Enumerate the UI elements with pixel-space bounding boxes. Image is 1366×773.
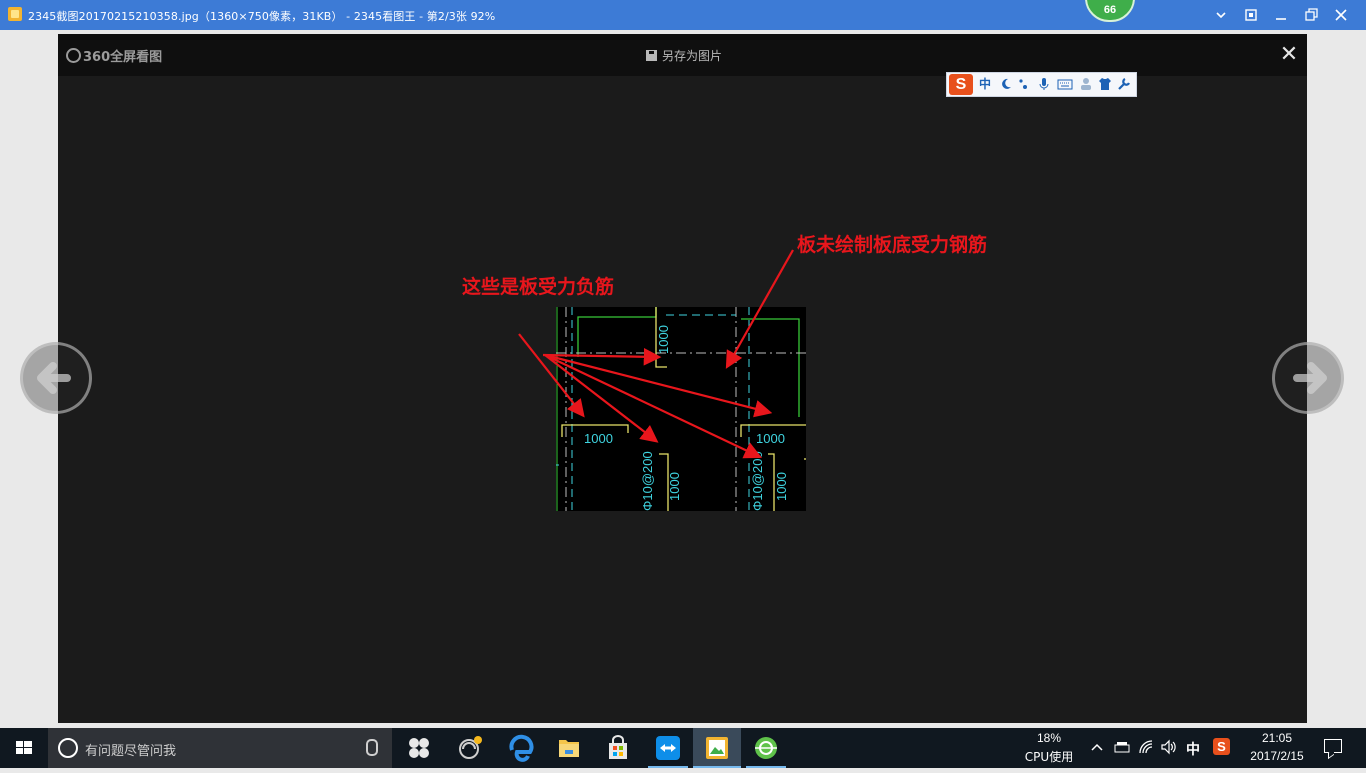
volume-icon[interactable] xyxy=(1160,739,1178,755)
cortana-icon xyxy=(58,738,78,758)
microphone-icon[interactable] xyxy=(366,739,378,756)
action-center-icon[interactable] xyxy=(1324,739,1342,753)
search-placeholder: 有问题尽管问我 xyxy=(85,744,177,759)
store-icon[interactable] xyxy=(594,728,642,768)
edge-icon[interactable] xyxy=(497,728,545,768)
input-method-indicator[interactable]: 中 xyxy=(1186,739,1200,759)
annotation-arrows xyxy=(518,249,794,459)
search-box[interactable]: 有问题尽管问我 xyxy=(48,728,392,768)
taskbar: 有问题尽管问我 18% CPU使用 中 S 21:05 2017/2/15 xyxy=(0,728,1366,768)
browser-360-icon[interactable] xyxy=(445,728,493,768)
360-safe-icon[interactable] xyxy=(742,728,790,768)
cpu-usage-value: 18% xyxy=(1036,731,1062,745)
windows-icon xyxy=(16,741,32,754)
chevron-up-icon[interactable] xyxy=(1090,741,1104,753)
clock-date[interactable]: 2017/2/15 xyxy=(1240,749,1314,763)
teamviewer-icon[interactable] xyxy=(644,728,692,768)
annotation-negative-rebar: 这些是板受力负筋 xyxy=(462,276,615,298)
image-viewer-2345-icon[interactable] xyxy=(693,728,741,768)
network-device-icon[interactable] xyxy=(1113,740,1131,756)
annotation-bottom-rebar: 板未绘制板底受力钢筋 xyxy=(797,234,988,256)
wifi-icon[interactable] xyxy=(1138,739,1156,755)
clock-time[interactable]: 21:05 xyxy=(1248,731,1306,745)
cpu-usage-label: CPU使用 xyxy=(1024,750,1074,764)
file-explorer-icon[interactable] xyxy=(545,728,593,768)
start-button[interactable] xyxy=(0,728,48,768)
task-view-icon[interactable] xyxy=(395,728,443,768)
sogou-tray-icon[interactable]: S xyxy=(1213,738,1230,755)
